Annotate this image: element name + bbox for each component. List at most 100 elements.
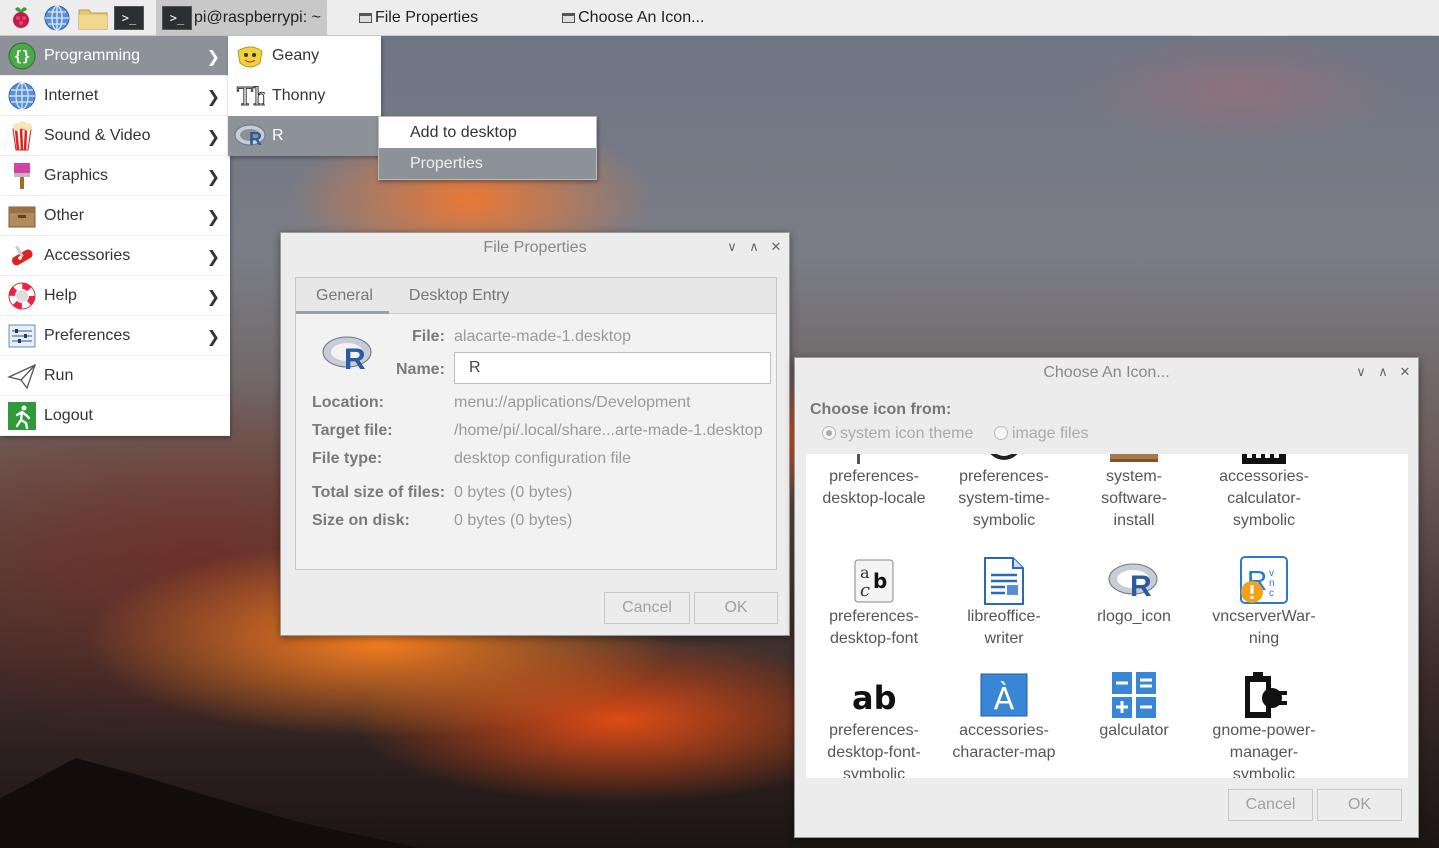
icon-label-2: writer (984, 630, 1024, 647)
web-browser-icon[interactable] (42, 4, 72, 32)
minimize-icon[interactable]: ∨ (1354, 364, 1368, 380)
icon-accessories-calculator-symbolic[interactable]: accessories- calculator- symbolic (1199, 454, 1329, 532)
icon-label-2: manager- (1229, 744, 1299, 761)
title-bar: Choose An Icon... ∨ ∧ ✕ (795, 358, 1418, 388)
braces-icon: {} (6, 40, 38, 72)
chevron-right-icon: ❯ (206, 49, 220, 66)
icon-libreoffice-writer[interactable]: libreoffice- writer (939, 556, 1069, 650)
character-map-icon: À (939, 670, 1069, 720)
icon-rlogo-icon[interactable]: R rlogo_icon (1069, 556, 1199, 628)
popcorn-icon (6, 120, 38, 152)
system-icon-theme-radio[interactable]: system icon theme (822, 425, 973, 443)
chevron-right-icon: ❯ (206, 209, 220, 226)
icon-galculator[interactable]: galculator (1069, 670, 1199, 742)
menu-item-programming[interactable]: {} Programming ❯ (0, 36, 230, 76)
menu-item-label: Accessories (44, 246, 131, 264)
icon-label-1: preferences- (829, 608, 919, 625)
task-file-properties[interactable]: File Properties (353, 0, 484, 36)
location-value: menu://applications/Development (454, 394, 691, 411)
tab-general[interactable]: General (296, 278, 389, 314)
calculator-icon (1199, 454, 1329, 466)
menu-item-help[interactable]: Help ❯ (0, 276, 230, 316)
submenu-item-r[interactable]: R R (228, 116, 381, 156)
exit-icon (6, 400, 38, 432)
menu-item-logout[interactable]: Logout (0, 396, 230, 436)
svg-text:R: R (249, 129, 262, 149)
lifebuoy-icon (6, 280, 38, 312)
tab-desktop-entry[interactable]: Desktop Entry (389, 278, 525, 313)
menu-item-run[interactable]: Run (0, 356, 230, 396)
submenu-item-thonny[interactable]: Th Thonny (228, 76, 381, 116)
close-icon[interactable]: ✕ (769, 239, 783, 255)
icon-label-2: desktop-font (829, 630, 919, 647)
svg-text:À: À (994, 681, 1015, 717)
icon-label-1: accessories- (1219, 468, 1309, 485)
icon-label-1: rlogo_icon (1097, 608, 1171, 625)
icon-label-2: desktop-locale (822, 490, 926, 507)
raspberry-menu-icon[interactable] (6, 4, 36, 32)
icon-system-software-install[interactable]: system- software- install (1069, 454, 1199, 532)
icon-preferences-desktop-locale[interactable]: preferences- desktop-locale (809, 454, 939, 510)
svg-text:c: c (1269, 588, 1274, 599)
icon-preferences-desktop-font-symbolic[interactable]: ab preferences- desktop-font- symbolic (809, 670, 939, 778)
menu-item-sound-video[interactable]: Sound & Video ❯ (0, 116, 230, 156)
menu-item-preferences[interactable]: Preferences ❯ (0, 316, 230, 356)
icon-preferences-system-time-symbolic[interactable]: preferences- system-time- symbolic (939, 454, 1069, 532)
maximize-icon[interactable]: ∧ (747, 239, 761, 255)
svg-text:b: b (873, 569, 887, 593)
minimize-icon[interactable]: ∨ (725, 239, 739, 255)
window-icon (562, 12, 576, 23)
menu-item-other[interactable]: Other ❯ (0, 196, 230, 236)
menu-item-graphics[interactable]: Graphics ❯ (0, 156, 230, 196)
r-logo-icon: R (322, 334, 374, 379)
file-type-value: desktop configuration file (454, 450, 631, 467)
submenu-item-geany[interactable]: Geany (228, 36, 381, 76)
maximize-icon[interactable]: ∧ (1376, 364, 1390, 380)
menu-item-accessories[interactable]: Accessories ❯ (0, 236, 230, 276)
tab-label: General (316, 286, 373, 304)
menu-item-label: Run (44, 366, 74, 384)
icon-label-2: software- (1101, 490, 1167, 507)
swiss-knife-icon (6, 240, 38, 272)
icon-label-1: vncserverWar- (1212, 608, 1316, 625)
file-value: alacarte-made-1.desktop (454, 328, 631, 345)
close-icon[interactable]: ✕ (1398, 364, 1412, 380)
chevron-right-icon: ❯ (206, 249, 220, 266)
task-file-properties-label: File Properties (374, 8, 479, 26)
ok-button[interactable]: OK (1317, 789, 1402, 821)
menu-item-internet[interactable]: Internet ❯ (0, 76, 230, 116)
context-menu: Add to desktop Properties (378, 116, 597, 180)
task-choose-icon[interactable]: Choose An Icon... (556, 0, 710, 36)
icon-grid[interactable]: preferences- desktop-locale preferences-… (806, 454, 1408, 778)
icon-label-2: system-time- (958, 490, 1050, 507)
image-files-radio[interactable]: image files (994, 425, 1088, 443)
tab-bar: General Desktop Entry (296, 278, 776, 314)
icon-label-2: calculator- (1227, 490, 1301, 507)
name-field[interactable]: R (454, 352, 771, 384)
locale-icon (809, 454, 939, 466)
vnc-warning-icon: Rvnc (1199, 556, 1329, 606)
r-logo-icon: R (1069, 556, 1199, 606)
svg-text:R: R (344, 343, 366, 374)
clock-icon (939, 454, 1069, 466)
ok-button[interactable]: OK (694, 592, 778, 624)
location-label: Location: (312, 394, 384, 411)
paintbrush-icon (6, 160, 38, 192)
properties-menu-item[interactable]: Properties (379, 148, 596, 179)
icon-preferences-desktop-font[interactable]: acb preferences- desktop-font (809, 556, 939, 650)
icon-accessories-character-map[interactable]: À accessories- character-map (939, 670, 1069, 764)
add-to-desktop-menu-item[interactable]: Add to desktop (379, 117, 596, 148)
icon-label-1: libreoffice- (967, 608, 1041, 625)
file-manager-icon[interactable] (78, 4, 108, 32)
properties-panel: General Desktop Entry R File: alacarte-m… (295, 277, 777, 570)
svg-text:Th: Th (237, 83, 265, 111)
file-label: File: (412, 328, 445, 345)
file-properties-dialog: File Properties ∨ ∧ ✕ General Desktop En… (280, 232, 790, 636)
cancel-button[interactable]: Cancel (604, 592, 690, 624)
disk-size-label: Size on disk: (312, 512, 410, 529)
terminal-launcher-icon[interactable]: >_ (114, 4, 144, 32)
icon-gnome-power-manager-symbolic[interactable]: gnome-power- manager- symbolic (1199, 670, 1329, 778)
cancel-button[interactable]: Cancel (1228, 789, 1313, 821)
task-terminal[interactable]: >_ pi@raspberrypi: ~ (156, 0, 327, 36)
icon-vncserverwarning[interactable]: Rvnc vncserverWar- ning (1199, 556, 1329, 650)
